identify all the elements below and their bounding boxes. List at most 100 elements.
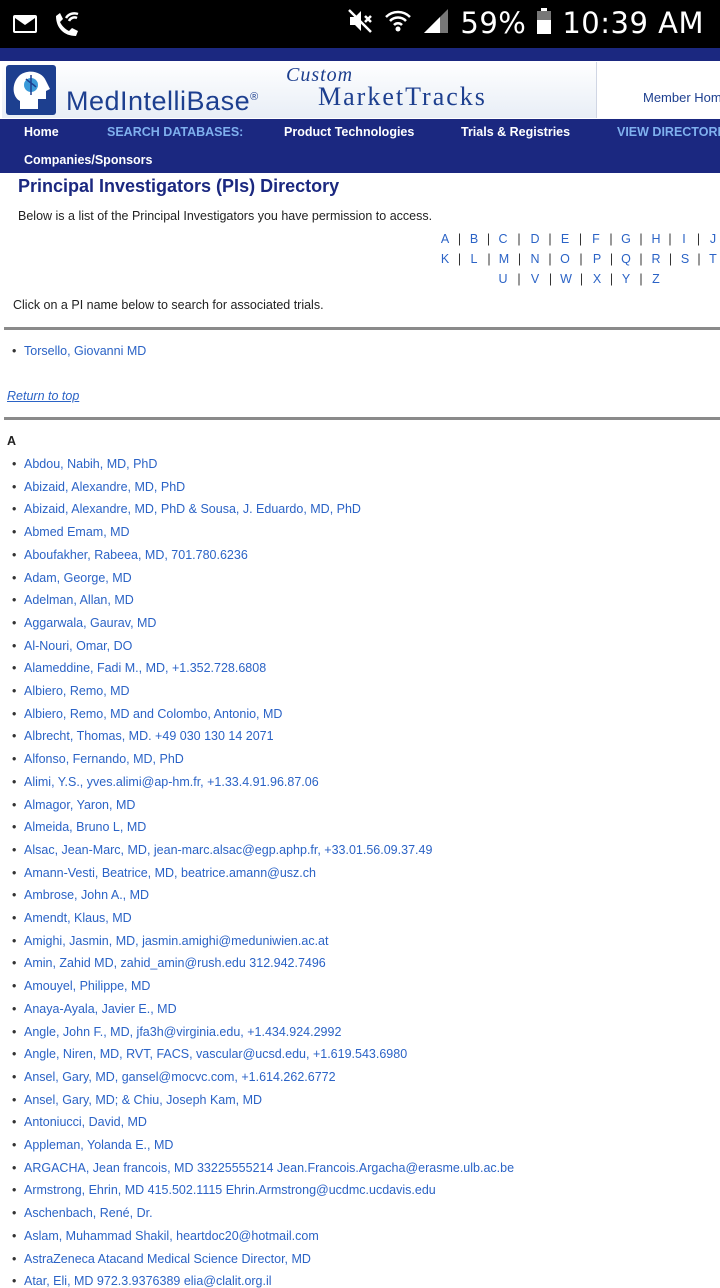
pi-link[interactable]: Aboufakher, Rabeea, MD, 701.780.6236 [24,548,248,562]
list-item: • Almeida, Bruno L, MD [12,820,146,834]
pi-link[interactable]: Amouyel, Philippe, MD [24,979,150,993]
alpha-link-t[interactable]: T [709,252,717,266]
list-item: • Abizaid, Alexandre, MD, PhD & Sousa, J.… [12,502,361,516]
list-item: • Aboufakher, Rabeea, MD, 701.780.6236 [12,548,248,562]
alpha-separator: | [609,252,614,266]
pi-link[interactable]: Torsello, Giovanni MD [24,344,146,358]
alpha-link-x[interactable]: X [593,272,601,286]
pi-link[interactable]: Albiero, Remo, MD [24,684,130,698]
nav-home[interactable]: Home [24,125,59,139]
alpha-link-d[interactable]: D [530,232,539,246]
nav-search-databases[interactable]: SEARCH DATABASES: [107,125,243,139]
bullet: • [12,344,17,358]
pi-link[interactable]: Amann-Vesti, Beatrice, MD, beatrice.aman… [24,866,316,880]
alpha-link-j[interactable]: J [710,232,716,246]
bullet: • [12,570,17,585]
bullet: • [12,1024,17,1039]
alpha-link-w[interactable]: W [560,272,572,286]
pi-link[interactable]: Aschenbach, René, Dr. [24,1206,153,1220]
pi-link[interactable]: Armstrong, Ehrin, MD 415.502.1115 Ehrin.… [24,1183,436,1197]
alpha-link-i[interactable]: I [682,232,685,246]
alpha-link-s[interactable]: S [681,252,689,266]
alpha-link-o[interactable]: O [560,252,570,266]
alpha-link-q[interactable]: Q [621,252,631,266]
pi-link[interactable]: Angle, John F., MD, jfa3h@virginia.edu, … [24,1025,341,1039]
pi-link[interactable]: Anaya-Ayala, Javier E., MD [24,1002,177,1016]
alpha-link-m[interactable]: M [499,252,509,266]
alpha-link-k[interactable]: K [441,252,449,266]
pi-link[interactable]: Amighi, Jasmin, MD, jasmin.amighi@meduni… [24,934,328,948]
pi-link[interactable]: Aslam, Muhammad Shakil, heartdoc20@hotma… [24,1229,319,1243]
nav-trials-registries[interactable]: Trials & Registries [461,125,570,139]
pi-link[interactable]: Alsac, Jean-Marc, MD, jean-marc.alsac@eg… [24,843,432,857]
alpha-link-b[interactable]: B [470,232,478,246]
pi-link[interactable]: Abizaid, Alexandre, MD, PhD & Sousa, J. … [24,502,361,516]
pi-link[interactable]: Amin, Zahid MD, zahid_amin@rush.edu 312.… [24,956,326,970]
alpha-link-y[interactable]: Y [622,272,630,286]
alpha-separator: | [639,252,643,266]
alpha-separator: | [697,252,701,266]
bullet: • [12,525,17,540]
alpha-link-a[interactable]: A [441,232,449,246]
alpha-link-u[interactable]: U [498,272,507,286]
pi-link[interactable]: Almagor, Yaron, MD [24,798,135,812]
alpha-separator: | [457,232,462,246]
list-item: • Amendt, Klaus, MD [12,911,132,925]
list-item: • Albiero, Remo, MD and Colombo, Antonio,… [12,707,282,721]
alpha-separator: | [579,252,583,266]
pi-link[interactable]: Alimi, Y.S., yves.alimi@ap-hm.fr, +1.33.… [24,775,319,789]
pi-link[interactable]: Atar, Eli, MD 972.3.9376389 elia@clalit.… [24,1274,272,1288]
divider [4,327,720,330]
member-home-link[interactable]: Member Hom [643,90,720,105]
list-item: • Amouyel, Philippe, MD [12,979,150,993]
alpha-separator: | [457,252,462,266]
nav-product-technologies[interactable]: Product Technologies [284,125,414,139]
pi-link[interactable]: Al-Nouri, Omar, DO [24,639,132,653]
alpha-link-n[interactable]: N [530,252,539,266]
alpha-link-f[interactable]: F [592,232,600,246]
signal-icon [422,7,450,40]
pi-link[interactable]: Aggarwala, Gaurav, MD [24,616,156,630]
pi-link[interactable]: Albiero, Remo, MD and Colombo, Antonio, … [24,707,282,721]
pi-link[interactable]: Amendt, Klaus, MD [24,911,132,925]
pi-link[interactable]: Ambrose, John A., MD [24,888,149,902]
page-title: Principal Investigators (PIs) Directory [18,176,340,196]
pi-link[interactable]: Alameddine, Fadi M., MD, +1.352.728.6808 [24,661,266,675]
bullet: • [12,1001,17,1016]
alpha-link-p[interactable]: P [593,252,601,266]
pi-link[interactable]: Ansel, Gary, MD; & Chiu, Joseph Kam, MD [24,1093,262,1107]
alpha-link-h[interactable]: H [651,232,660,246]
return-to-top-link[interactable]: Return to top [7,389,79,403]
alphabet-row: U | V | W | X | Y | Z [0,272,720,288]
alphabet-row: A | B | C | D | E | F | G | H | I | J [0,232,720,248]
pi-link[interactable]: ARGACHA, Jean francois, MD 33225555214 J… [24,1161,514,1175]
alpha-link-r[interactable]: R [651,252,660,266]
alpha-link-c[interactable]: C [498,232,507,246]
nav-view-directories[interactable]: VIEW DIRECTORIE [617,125,720,139]
pi-link[interactable]: Ansel, Gary, MD, gansel@mocvc.com, +1.61… [24,1070,336,1084]
alpha-separator: | [486,232,491,246]
alpha-separator: | [548,272,553,286]
pi-link[interactable]: Alfonso, Fernando, MD, PhD [24,752,184,766]
pi-link[interactable]: Abmed Emam, MD [24,525,130,539]
nav-companies-sponsors[interactable]: Companies/Sponsors [24,153,153,167]
pi-link[interactable]: Antoniucci, David, MD [24,1115,147,1129]
alpha-link-l[interactable]: L [471,252,478,266]
pi-link[interactable]: Albrecht, Thomas, MD. +49 030 130 14 207… [24,729,274,743]
pi-link[interactable]: AstraZeneca Atacand Medical Science Dire… [24,1252,311,1266]
pi-link[interactable]: Abizaid, Alexandre, MD, PhD [24,480,185,494]
pi-link[interactable]: Adam, George, MD [24,571,132,585]
pi-link[interactable]: Abdou, Nabih, MD, PhD [24,457,157,471]
pi-link[interactable]: Almeida, Bruno L, MD [24,820,146,834]
bullet: • [12,615,17,630]
alpha-link-z[interactable]: Z [652,272,660,286]
list-item: • Ansel, Gary, MD; & Chiu, Joseph Kam, MD [12,1093,262,1107]
alpha-link-g[interactable]: G [621,232,631,246]
pi-link[interactable]: Angle, Niren, MD, RVT, FACS, vascular@uc… [24,1047,407,1061]
bullet: • [12,706,17,721]
bullet: • [12,1274,17,1288]
pi-link[interactable]: Appleman, Yolanda E., MD [24,1138,173,1152]
pi-link[interactable]: Adelman, Allan, MD [24,593,134,607]
alpha-link-v[interactable]: V [531,272,539,286]
alpha-link-e[interactable]: E [561,232,569,246]
